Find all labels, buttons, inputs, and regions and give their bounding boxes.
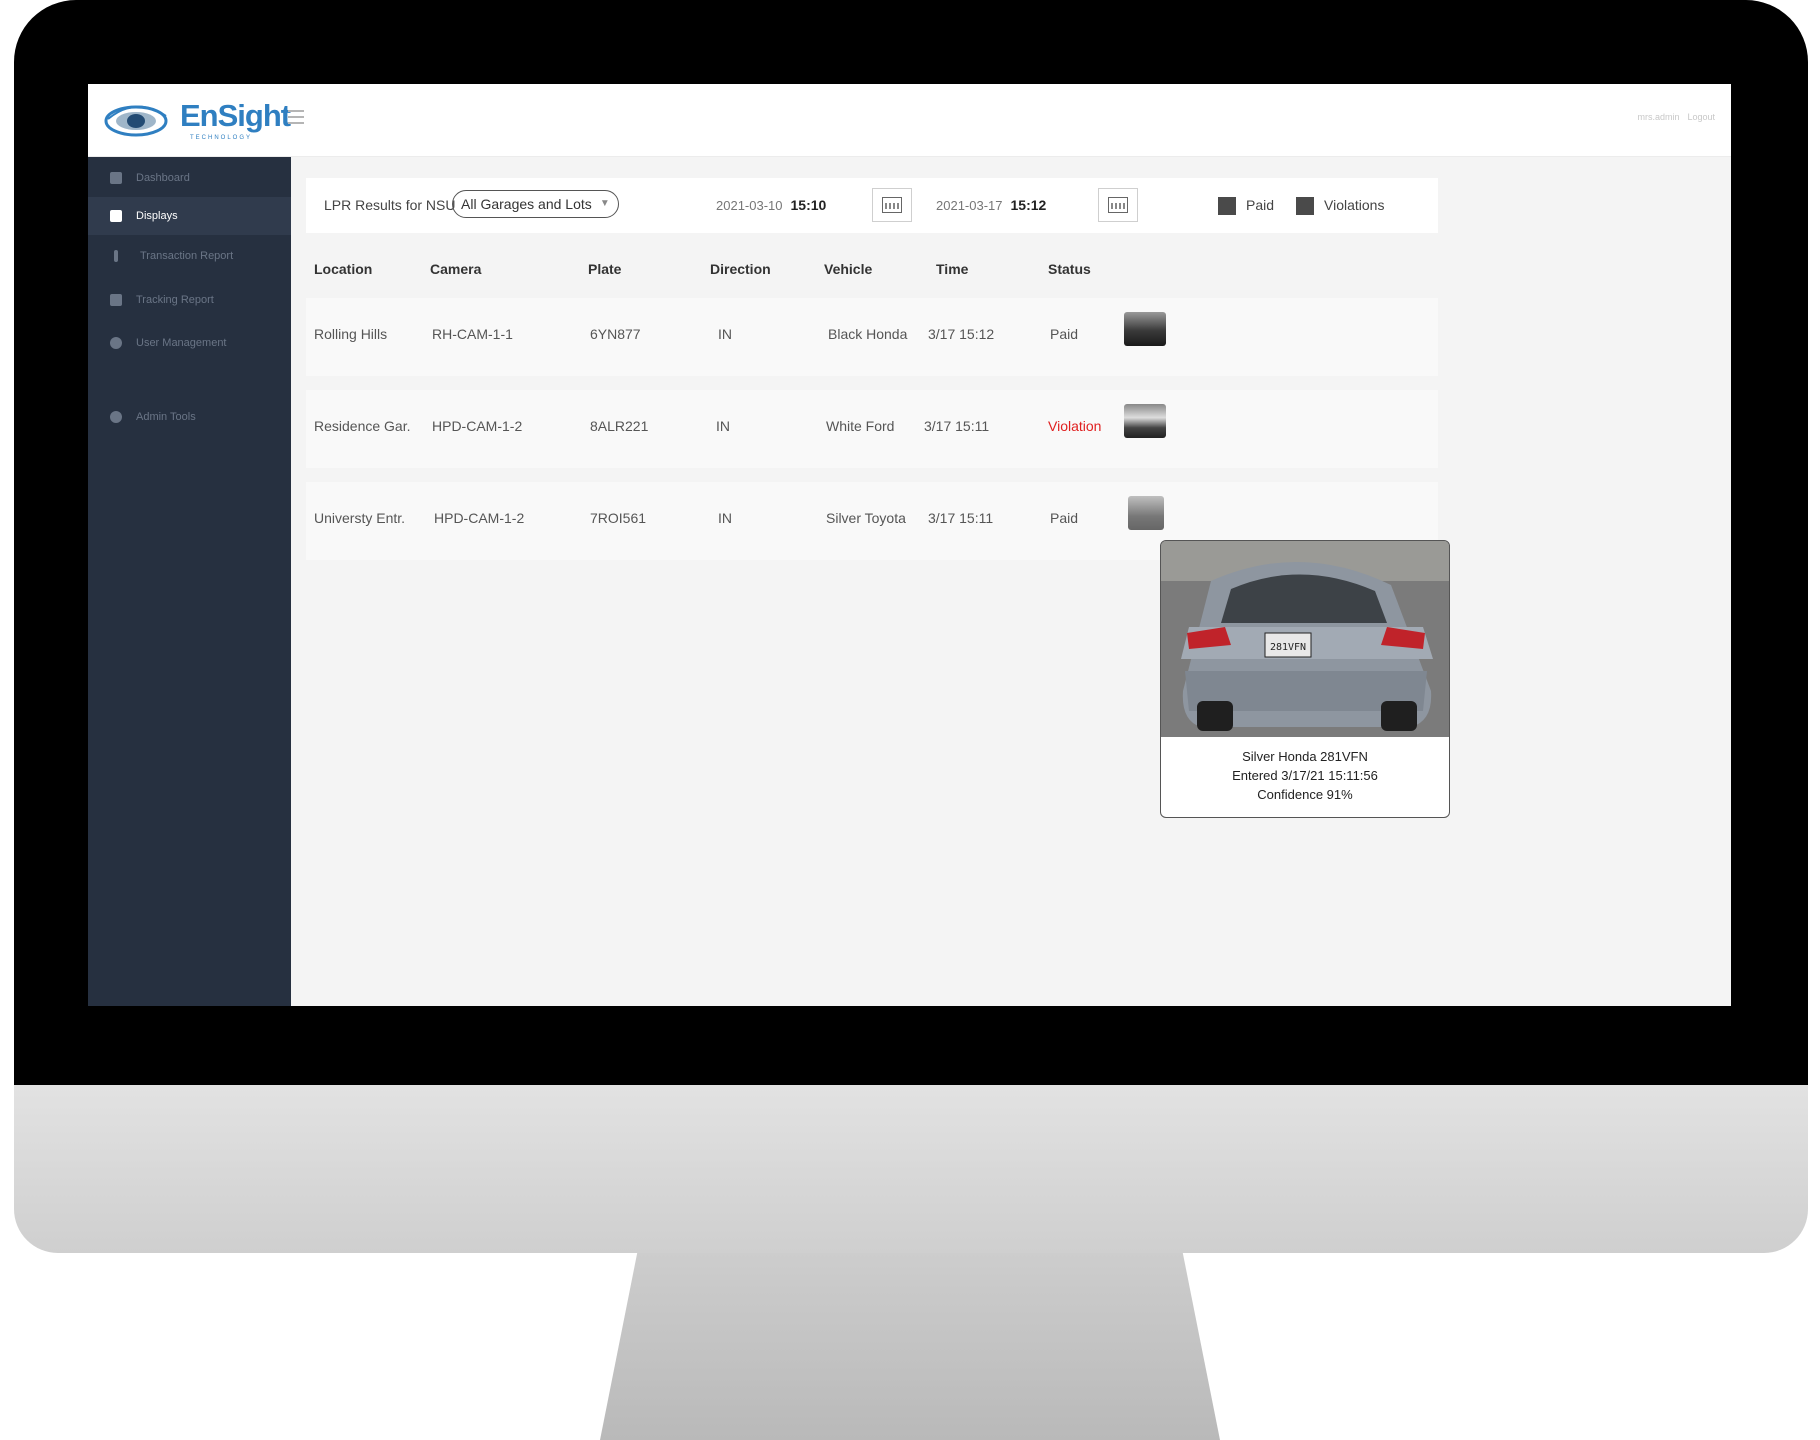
location-select-value: All Garages and Lots <box>461 196 592 212</box>
cell-direction: IN <box>718 510 732 526</box>
sidebar-item-transaction-report[interactable]: Transaction Report <box>88 237 291 275</box>
logo[interactable]: EnSight TECHNOLOGY <box>102 94 291 146</box>
column-header-status[interactable]: Status <box>1048 261 1091 277</box>
sidebar-item-label: User Management <box>136 337 227 349</box>
end-time-value: 15:12 <box>1010 197 1047 213</box>
sidebar-item-label: Dashboard <box>136 172 190 184</box>
displays-icon <box>110 210 122 222</box>
cell-plate: 7ROI561 <box>590 510 647 526</box>
top-bar: EnSight TECHNOLOGY mrs.admin Logout <box>88 84 1731 157</box>
cell-status: Paid <box>1050 326 1079 342</box>
popup-confidence: Confidence 91% <box>1257 787 1353 802</box>
users-icon <box>110 337 122 349</box>
column-header-time[interactable]: Time <box>936 261 968 277</box>
chevron-down-icon: ▼ <box>599 198 610 209</box>
sidebar: Dashboard Displays Transaction Report Tr… <box>88 157 291 1006</box>
cell-plate: 6YN877 <box>590 326 641 342</box>
sidebar-item-label: Displays <box>136 210 178 222</box>
vehicle-preview-popup: 281VFN Silver Honda 281VFN Entered 3/17/… <box>1160 540 1450 818</box>
cell-vehicle: Black Honda <box>828 326 908 342</box>
vehicle-photo: 281VFN <box>1161 541 1449 737</box>
sidebar-item-displays[interactable]: Displays <box>88 197 291 235</box>
user-area: mrs.admin Logout <box>1637 112 1715 122</box>
logout-link[interactable]: Logout <box>1687 112 1715 122</box>
monitor-stand <box>600 1253 1220 1440</box>
column-header-plate[interactable]: Plate <box>588 261 621 277</box>
violations-legend-swatch <box>1296 197 1314 215</box>
column-header-location[interactable]: Location <box>314 261 372 277</box>
cell-status: Paid <box>1050 510 1079 526</box>
vehicle-thumbnail[interactable] <box>1128 496 1164 530</box>
table-row[interactable]: Residence Gar. HPD-CAM-1-2 8ALR221 IN Wh… <box>306 390 1438 468</box>
end-calendar-icon[interactable] <box>1098 188 1138 222</box>
tracking-icon <box>110 294 122 306</box>
column-header-vehicle[interactable]: Vehicle <box>824 261 872 277</box>
screen: EnSight TECHNOLOGY mrs.admin Logout Dash… <box>88 84 1731 1006</box>
sidebar-item-label: Tracking Report <box>136 294 214 306</box>
sidebar-item-label: Admin Tools <box>136 411 196 423</box>
logo-subtitle: TECHNOLOGY <box>190 135 253 141</box>
cell-location: Universty Entr. <box>314 510 406 526</box>
car-rear-illustration: 281VFN <box>1161 541 1449 737</box>
hamburger-menu-icon[interactable] <box>288 110 304 124</box>
cell-vehicle: White Ford <box>826 418 895 434</box>
cell-direction: IN <box>718 326 732 342</box>
cell-location: Residence Gar. <box>314 418 411 434</box>
filter-bar: LPR Results for NSU All Garages and Lots… <box>306 178 1438 233</box>
cell-vehicle: Silver Toyota <box>826 510 906 526</box>
cell-camera: HPD-CAM-1-2 <box>434 510 525 526</box>
sidebar-item-dashboard[interactable]: Dashboard <box>88 159 291 197</box>
dashboard-icon <box>110 172 122 184</box>
column-header-direction[interactable]: Direction <box>710 261 771 277</box>
sidebar-item-label: Transaction Report <box>140 250 234 262</box>
sidebar-item-user-management[interactable]: User Management <box>88 324 291 362</box>
column-header-camera[interactable]: Camera <box>430 261 481 277</box>
sidebar-item-tracking-report[interactable]: Tracking Report <box>88 281 291 319</box>
cell-time: 3/17 15:11 <box>928 510 994 526</box>
vehicle-thumbnail[interactable] <box>1124 404 1166 438</box>
transaction-icon <box>114 250 118 262</box>
user-menu[interactable]: mrs.admin <box>1637 112 1679 122</box>
popup-vehicle-plate: Silver Honda 281VFN <box>1242 749 1368 764</box>
start-calendar-icon[interactable] <box>872 188 912 222</box>
start-date[interactable]: 2021-03-10 15:10 <box>716 197 826 213</box>
cell-camera: HPD-CAM-1-2 <box>432 418 523 434</box>
cell-direction: IN <box>716 418 730 434</box>
eye-logo-icon <box>104 105 168 137</box>
cell-time: 3/17 15:11 <box>924 418 990 434</box>
start-date-value: 2021-03-10 <box>716 198 783 213</box>
cell-camera: RH-CAM-1-1 <box>432 326 513 342</box>
popup-caption: Silver Honda 281VFN Entered 3/17/21 15:1… <box>1161 747 1449 804</box>
filter-label: LPR Results for NSU <box>324 197 456 213</box>
paid-legend-swatch <box>1218 197 1236 215</box>
monitor-chin <box>14 1085 1808 1253</box>
cell-time: 3/17 15:12 <box>928 326 995 342</box>
cell-plate: 8ALR221 <box>590 418 649 434</box>
end-date[interactable]: 2021-03-17 15:12 <box>936 197 1046 213</box>
vehicle-thumbnail[interactable] <box>1124 312 1166 346</box>
paid-legend-label: Paid <box>1246 197 1275 213</box>
end-date-value: 2021-03-17 <box>936 198 1003 213</box>
gear-icon <box>110 411 122 423</box>
logo-text: EnSight <box>180 98 291 133</box>
cell-location: Rolling Hills <box>314 326 388 342</box>
cell-status: Violation <box>1048 418 1102 434</box>
sidebar-item-admin-tools[interactable]: Admin Tools <box>88 398 291 436</box>
violations-legend-label: Violations <box>1324 197 1385 213</box>
table-row[interactable]: Rolling Hills RH-CAM-1-1 6YN877 IN Black… <box>306 298 1438 376</box>
start-time-value: 15:10 <box>790 197 827 213</box>
popup-entered-time: Entered 3/17/21 15:11:56 <box>1232 768 1378 783</box>
popup-plate-text: 281VFN <box>1270 642 1306 653</box>
location-select[interactable]: All Garages and Lots ▼ <box>452 190 619 218</box>
